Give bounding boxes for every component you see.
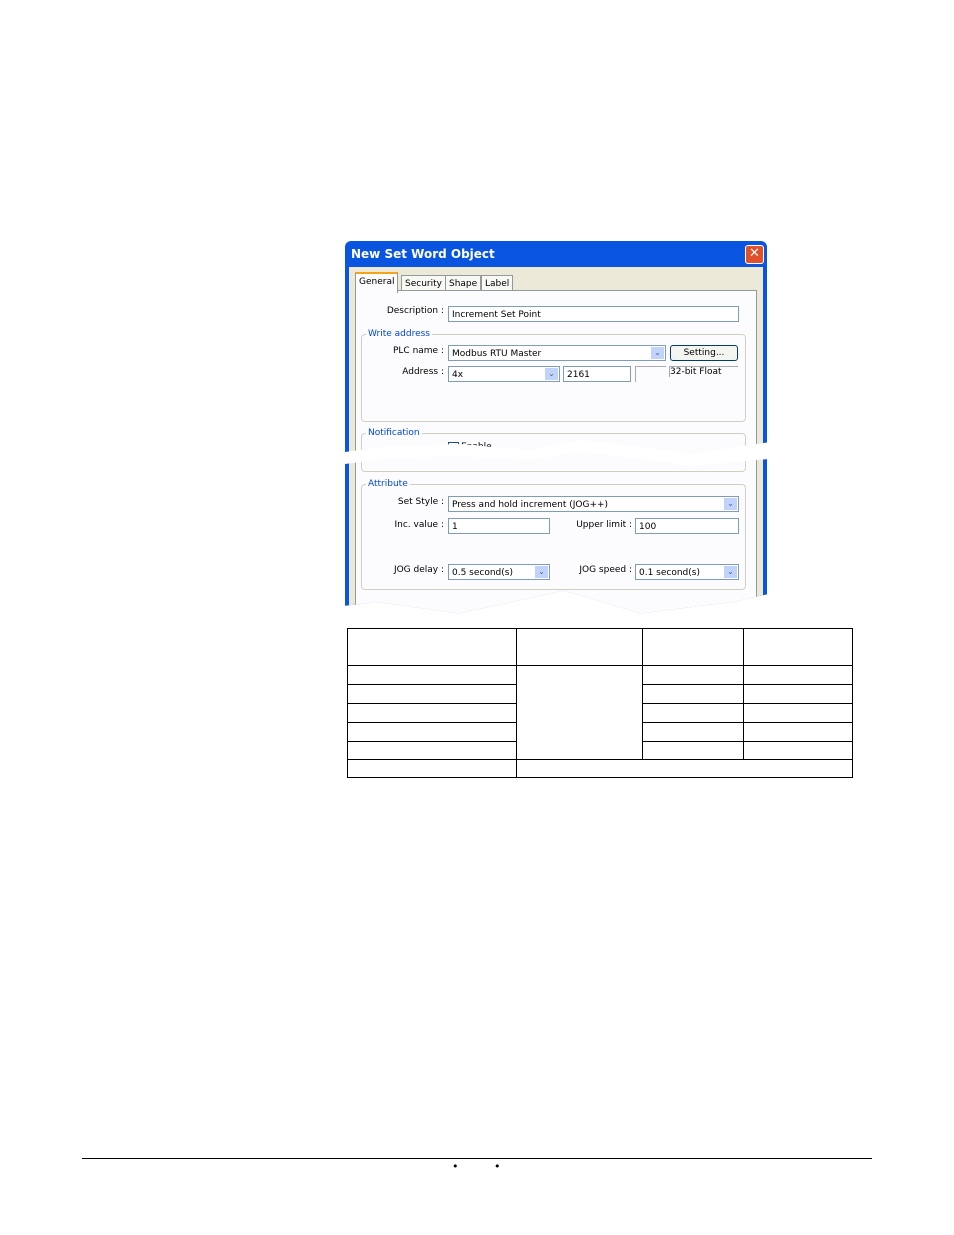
plc-name-select[interactable]: Modbus RTU Master ⌄ — [448, 345, 666, 361]
tab-general[interactable]: General — [355, 272, 399, 293]
jog-speed-label: JOG speed : — [579, 565, 632, 575]
set-word-object-dialog: New Set Word Object ✕ General Security S… — [345, 241, 767, 614]
table-cell — [642, 722, 744, 742]
chevron-down-icon: ⌄ — [545, 368, 558, 380]
address-label: Address : — [402, 367, 444, 377]
description-input[interactable]: Increment Set Point — [448, 306, 739, 322]
address-input[interactable]: 2161 — [563, 366, 631, 382]
table-cell — [347, 628, 517, 666]
footer-bullet: • — [494, 1160, 501, 1173]
upper-limit-input[interactable]: 100 — [635, 518, 739, 534]
table-cell — [743, 628, 853, 666]
table-cell — [642, 628, 744, 666]
plc-name-label: PLC name : — [392, 346, 444, 356]
table-cell — [743, 741, 853, 760]
set-style-label: Set Style : — [397, 497, 444, 507]
table-cell — [516, 665, 643, 760]
chevron-down-icon: ⌄ — [535, 566, 548, 578]
dialog-title: New Set Word Object — [351, 247, 495, 261]
jog-delay-label: JOG delay : — [393, 565, 444, 575]
table-cell — [516, 628, 643, 666]
table-cell — [642, 703, 744, 723]
setting-button[interactable]: Setting... — [670, 345, 738, 361]
write-address-label: Write address — [366, 329, 432, 339]
table-cell — [347, 741, 517, 760]
table-cell — [347, 722, 517, 742]
footer-bullet: • — [452, 1160, 459, 1173]
plc-name-value: Modbus RTU Master — [452, 349, 542, 359]
address-type-select[interactable]: 4x ⌄ — [448, 366, 560, 382]
address-type-value: 4x — [452, 370, 464, 380]
set-style-select[interactable]: Press and hold increment (JOG++) ⌄ — [448, 496, 739, 512]
jog-delay-value: 0.5 second(s) — [452, 568, 513, 578]
chevron-down-icon: ⌄ — [724, 566, 737, 578]
table-cell — [347, 703, 517, 723]
close-button[interactable]: ✕ — [745, 245, 764, 264]
table-cell — [516, 759, 853, 778]
table-cell — [642, 684, 744, 704]
table-cell — [642, 665, 744, 685]
table-cell — [743, 665, 853, 685]
table-cell — [347, 759, 517, 778]
table-cell — [347, 665, 517, 685]
empty-table — [347, 628, 853, 778]
tear-mark — [330, 440, 780, 466]
description-label: Description : — [386, 306, 444, 316]
jog-delay-select[interactable]: 0.5 second(s) ⌄ — [448, 564, 550, 580]
jog-speed-value: 0.1 second(s) — [639, 568, 700, 578]
table-cell — [347, 684, 517, 704]
set-style-value: Press and hold increment (JOG++) — [452, 500, 609, 510]
table-cell — [743, 722, 853, 742]
table-cell — [642, 741, 744, 760]
chevron-down-icon: ⌄ — [651, 347, 664, 359]
inc-value-input[interactable]: 1 — [448, 518, 550, 534]
attribute-label: Attribute — [366, 479, 410, 489]
address-aux-field — [635, 366, 666, 382]
chevron-down-icon: ⌄ — [724, 498, 737, 510]
table-cell — [743, 684, 853, 704]
table-cell — [743, 703, 853, 723]
jog-speed-select[interactable]: 0.1 second(s) ⌄ — [635, 564, 739, 580]
footer-rule — [82, 1158, 872, 1159]
inc-value-label: Inc. value : — [394, 520, 444, 530]
data-format-label: 32-bit Float — [669, 366, 738, 377]
upper-limit-label: Upper limit : — [576, 520, 632, 530]
